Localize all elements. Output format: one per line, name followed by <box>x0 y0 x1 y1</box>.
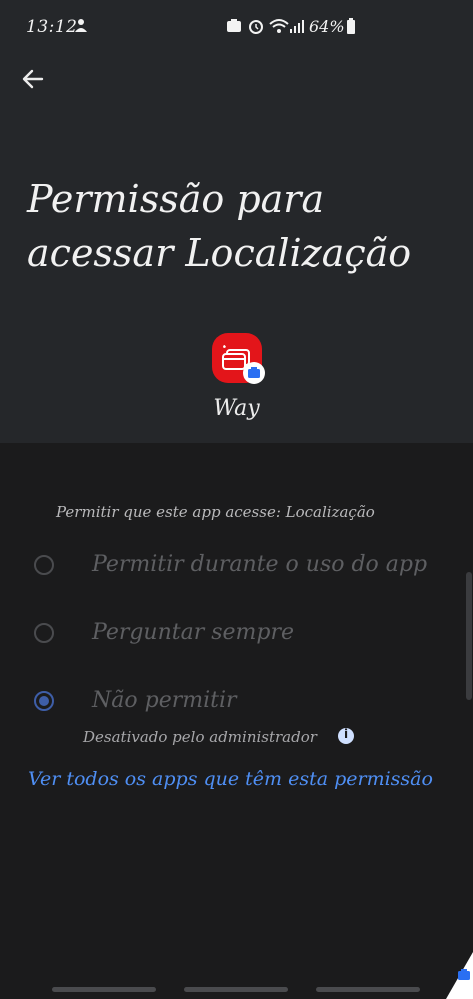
nav-home-button[interactable] <box>184 987 288 992</box>
option-allow-while-using[interactable]: Permitir durante o uso do app <box>32 546 472 586</box>
wifi-icon <box>269 19 289 33</box>
work-profile-badge-icon <box>248 367 260 378</box>
permission-question: Permitir que este app acesse: Localizaçã… <box>56 503 375 521</box>
disabled-by-admin-note: Desativado pelo administrador <box>83 728 317 746</box>
see-all-apps-link[interactable]: Ver todos os apps que têm esta permissão <box>28 768 433 790</box>
status-bar: 13:12 64% <box>0 0 473 58</box>
page-title-line2: acessar Localização <box>27 231 412 275</box>
info-icon[interactable]: i <box>338 727 354 744</box>
work-profile-corner-icon <box>446 952 473 999</box>
app-name: Way <box>213 396 260 421</box>
option-label: Perguntar sempre <box>92 620 295 645</box>
nav-recents-button[interactable] <box>52 987 156 992</box>
work-profile-badge <box>243 362 265 384</box>
alarm-icon <box>249 20 263 34</box>
radio-button[interactable] <box>34 555 54 575</box>
radio-button-selected[interactable] <box>34 691 54 711</box>
page-title: Permissão para acessar Localização <box>27 172 457 280</box>
option-label: Permitir durante o uso do app <box>92 552 428 577</box>
battery-icon <box>347 18 355 34</box>
scrollbar <box>466 572 472 700</box>
signal-icon <box>290 20 304 33</box>
work-folder-icon <box>227 19 241 32</box>
page-title-line1: Permissão para <box>27 177 325 221</box>
notification-icon <box>75 19 87 32</box>
option-deny[interactable]: Não permitir <box>32 682 472 722</box>
option-label: Não permitir <box>92 688 237 713</box>
arrow-left-icon <box>22 69 44 89</box>
status-time: 13:12 <box>26 17 78 37</box>
option-ask-always[interactable]: Perguntar sempre <box>32 614 472 654</box>
back-button[interactable] <box>18 64 48 94</box>
radio-button[interactable] <box>34 623 54 643</box>
nav-back-button[interactable] <box>316 987 420 992</box>
battery-percent: 64% <box>309 17 345 36</box>
